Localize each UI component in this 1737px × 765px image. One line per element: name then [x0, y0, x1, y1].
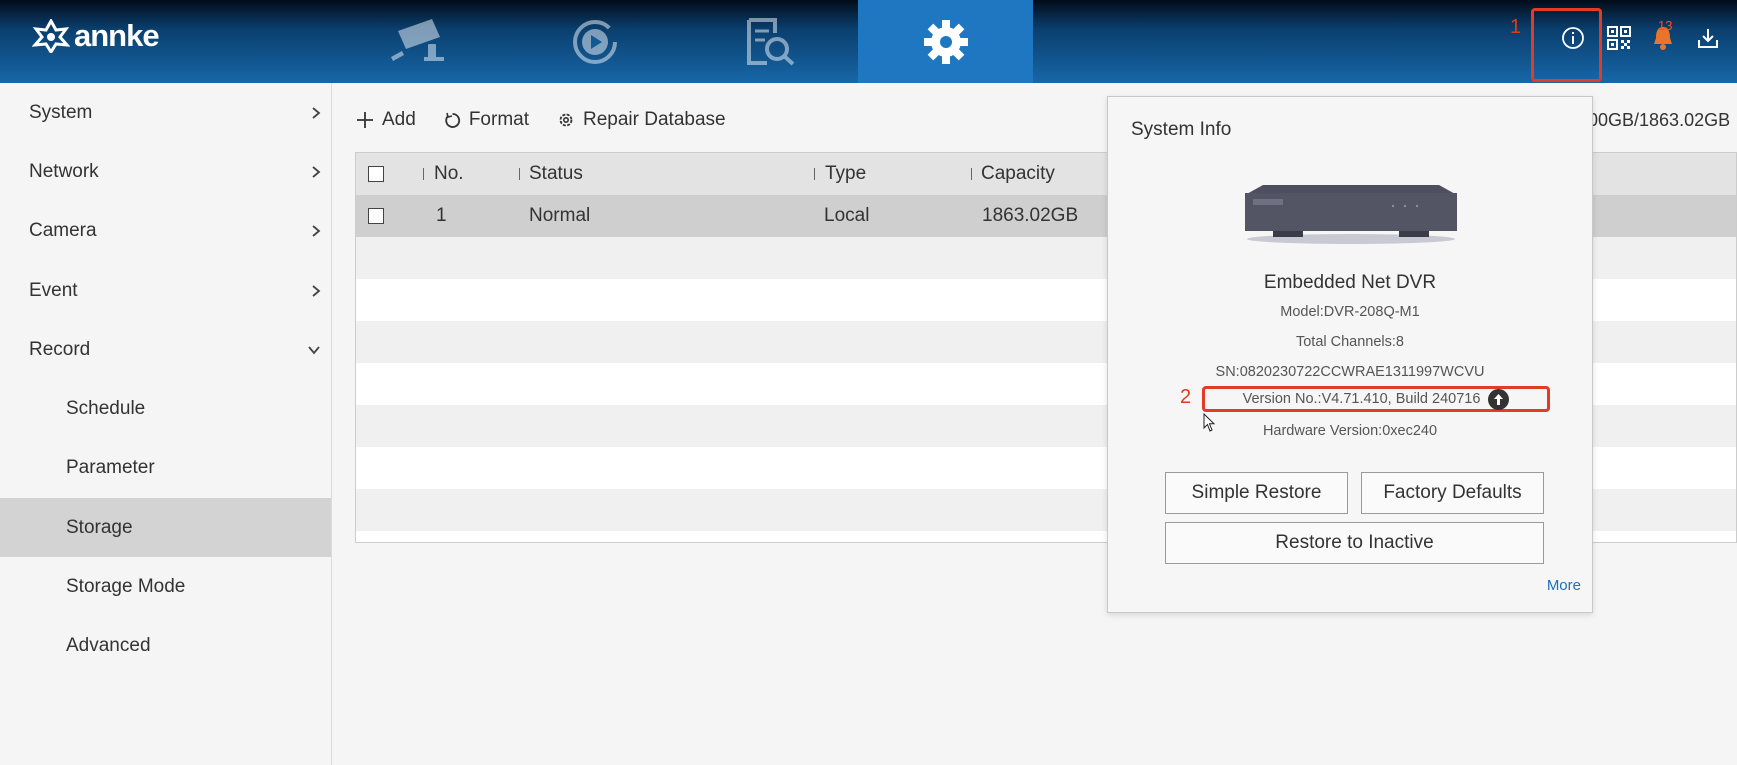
chevron-down-icon [308, 346, 320, 355]
chevron-right-icon [312, 284, 321, 297]
download-icon [1698, 29, 1718, 48]
sidebar-item-system[interactable]: System [0, 83, 331, 142]
top-bar: annke 1 13 [0, 0, 1737, 83]
capacity-summary: 00GB/1863.02GB [1588, 110, 1731, 130]
sidebar-subitem-schedule[interactable]: Schedule [0, 379, 331, 438]
sidebar-item-label: Record [29, 338, 91, 360]
upgrade-icon[interactable] [1488, 388, 1510, 410]
version-highlight: Version No.:V4.71.410, Build 240716 [1202, 386, 1550, 412]
camera-icon [390, 18, 444, 61]
restore-to-inactive-button[interactable]: Restore to Inactive [1165, 522, 1544, 564]
tab-live-view[interactable] [332, 0, 507, 83]
select-all-checkbox[interactable] [368, 166, 384, 182]
sidebar-item-label: Camera [29, 220, 97, 242]
storage-toolbar: Add Format Repair Database [356, 108, 754, 132]
download-button[interactable] [1690, 20, 1726, 56]
refresh-icon [445, 112, 460, 128]
column-separator [814, 168, 815, 180]
cell-status: Normal [529, 205, 591, 226]
dvr-device-icon [1245, 185, 1457, 244]
sidebar-subitem-parameter[interactable]: Parameter [0, 439, 331, 498]
sidebar-item-label: Schedule [66, 398, 146, 420]
add-label: Add [382, 109, 416, 130]
annotation-number-1: 1 [1510, 16, 1522, 38]
annotation-number-2: 2 [1180, 386, 1192, 408]
simple-restore-button[interactable]: Simple Restore [1165, 472, 1348, 514]
notification-count: 13 [1658, 18, 1673, 33]
header-no: No. [434, 163, 464, 184]
device-name: Embedded Net DVR [1263, 272, 1437, 293]
sidebar-item-event[interactable]: Event [0, 261, 331, 320]
format-button[interactable]: Format [444, 109, 529, 131]
factory-defaults-button[interactable]: Factory Defaults [1361, 472, 1544, 514]
sidebar-subitem-storage[interactable]: Storage [0, 498, 331, 558]
tab-playback[interactable] [507, 0, 682, 83]
sidebar-item-camera[interactable]: Camera [0, 202, 331, 261]
header-capacity: Capacity [981, 163, 1055, 184]
settings-icon [559, 113, 573, 127]
popup-title: System Info [1131, 119, 1232, 140]
plus-icon [357, 112, 373, 128]
sidebar-subitem-storage-mode[interactable]: Storage Mode [0, 557, 331, 616]
more-link[interactable]: More [1547, 577, 1581, 594]
tab-search[interactable] [682, 0, 857, 83]
chevron-right-icon [312, 225, 321, 237]
file-search-icon [746, 17, 794, 65]
repair-label: Repair Database [583, 109, 726, 130]
total-channels: Total Channels:8 [1295, 334, 1404, 350]
info-icon [1562, 27, 1584, 49]
info-button[interactable] [1555, 20, 1591, 56]
sidebar-item-label: Advanced [66, 635, 151, 657]
annke-logo-icon [32, 19, 70, 53]
chevron-right-icon [312, 106, 321, 119]
column-separator [971, 168, 972, 180]
sidebar-item-label: Event [29, 279, 78, 301]
column-separator [519, 168, 520, 180]
qr-code-icon [1607, 26, 1631, 50]
cell-capacity: 1863.02GB [982, 205, 1079, 226]
firmware-version: Version No.:V4.71.410, Build 240716 [1242, 391, 1481, 407]
serial-number: SN:0820230722CCWRAE1311997WCVU [1215, 364, 1485, 380]
row-checkbox[interactable] [368, 208, 384, 224]
annke-logo: annke [32, 16, 160, 56]
qr-code-button[interactable] [1601, 20, 1637, 56]
column-separator [423, 168, 424, 180]
sidebar-item-record[interactable]: Record [0, 320, 331, 379]
mouse-cursor-icon [1203, 413, 1216, 432]
cell-type: Local [824, 205, 870, 226]
sidebar-item-network[interactable]: Network [0, 142, 331, 201]
hardware-version: Hardware Version:0xec240 [1262, 423, 1438, 439]
sidebar-subitem-advanced[interactable]: Advanced [0, 617, 331, 676]
tab-configuration[interactable] [858, 0, 1033, 83]
device-model: Model:DVR-208Q-M1 [1280, 304, 1420, 320]
logo-text: annke [74, 18, 160, 53]
sidebar-item-label: Parameter [66, 457, 155, 479]
sidebar-item-label: System [29, 101, 93, 123]
gear-icon [923, 19, 968, 64]
header-status: Status [529, 163, 583, 184]
repair-database-button[interactable]: Repair Database [557, 109, 726, 131]
chevron-right-icon [312, 166, 321, 178]
cell-no: 1 [436, 205, 447, 226]
sidebar-item-label: Storage [66, 516, 133, 538]
add-button[interactable]: Add [356, 109, 416, 131]
sidebar-item-label: Storage Mode [66, 576, 186, 598]
sidebar: System Network Camera Event Record Sched… [0, 83, 332, 765]
system-info-popup: System Info Embedded Net DVR Model:DVR-2… [1107, 96, 1593, 613]
format-label: Format [468, 109, 529, 130]
sidebar-item-label: Network [29, 160, 99, 182]
playback-icon [572, 19, 617, 64]
header-type: Type [825, 163, 867, 184]
